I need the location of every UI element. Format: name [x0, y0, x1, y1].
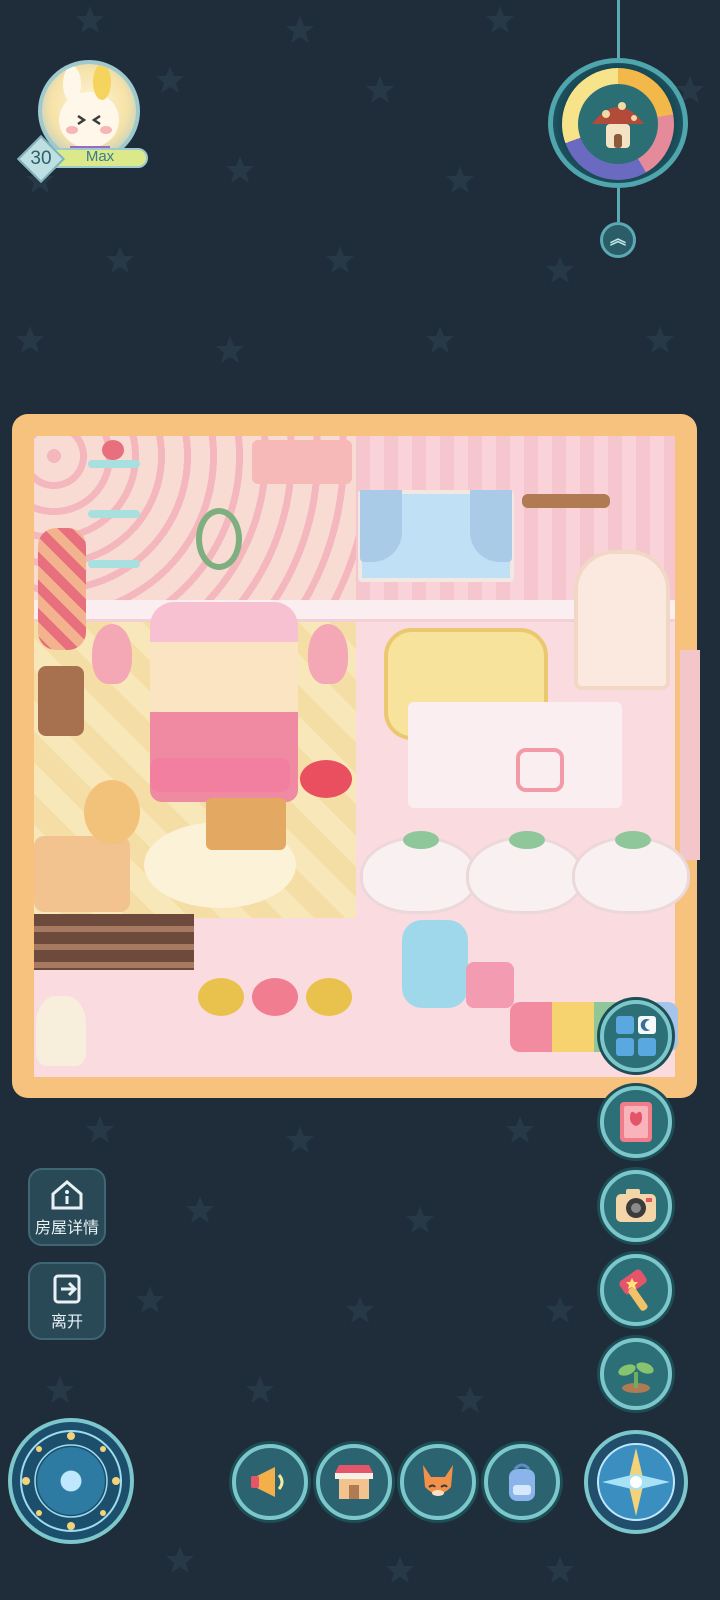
bed-footboard [150, 758, 290, 792]
air-conditioner[interactable] [252, 440, 352, 484]
coat-rack[interactable] [522, 494, 610, 508]
strawberry-cushion[interactable] [466, 831, 584, 914]
hammer-icon [619, 1269, 648, 1311]
teddy-chair[interactable] [84, 780, 140, 844]
carousel-ornament[interactable] [36, 996, 86, 1066]
weather-clock-core [578, 84, 658, 164]
gift-box[interactable] [466, 962, 514, 1008]
magic-circle-button[interactable] [8, 1418, 134, 1544]
bread-basket[interactable] [206, 798, 286, 850]
pet-button[interactable] [400, 1444, 476, 1520]
wall-shelf[interactable] [88, 440, 140, 580]
strawberry-cushion[interactable] [360, 831, 478, 914]
camera-icon [616, 1189, 656, 1222]
house-details-label: 房屋详情 [34, 1218, 99, 1237]
mushroom-house-icon [592, 102, 644, 148]
pink-rug[interactable] [408, 702, 622, 808]
fireplace-edge [680, 650, 700, 860]
garden-button[interactable] [600, 1338, 672, 1410]
player-name: Max [85, 148, 115, 165]
strawberry-cushion[interactable] [572, 831, 690, 914]
backpack-button[interactable] [484, 1444, 560, 1520]
furniture-panel-button[interactable] [600, 1000, 672, 1072]
nightstand[interactable] [38, 666, 84, 736]
stairs[interactable] [34, 914, 194, 970]
fox-icon [423, 1465, 453, 1496]
dresser[interactable] [34, 836, 130, 912]
magic-circle-icon [20, 1430, 122, 1532]
lamp-right[interactable] [308, 624, 348, 684]
wardrobe[interactable] [574, 550, 670, 690]
exit-icon [53, 1274, 81, 1304]
camera-button[interactable] [600, 1170, 672, 1242]
expand-button[interactable]: ︽ [600, 222, 636, 258]
house-details-button[interactable]: 房屋详情 [28, 1168, 106, 1246]
compass-button[interactable] [584, 1430, 688, 1534]
ice-cream-machine[interactable] [402, 920, 468, 1008]
floor-cushion[interactable] [198, 978, 244, 1016]
announcement-button[interactable] [232, 1444, 308, 1520]
compass-icon [597, 1443, 675, 1521]
build-button[interactable] [600, 1254, 672, 1326]
shop-icon [335, 1465, 373, 1499]
flower-wreath[interactable] [196, 508, 242, 570]
floor-cushion[interactable] [306, 978, 352, 1016]
floor-cushion[interactable] [252, 978, 298, 1016]
shop-button[interactable] [316, 1444, 392, 1520]
sprout-icon [618, 1362, 654, 1393]
clock-chain [617, 0, 620, 60]
book-icon [620, 1102, 652, 1142]
handbag[interactable] [516, 748, 564, 792]
curtain-right [470, 490, 512, 562]
backpack-icon [509, 1463, 535, 1501]
candy-lamp[interactable] [38, 528, 86, 650]
guestbook-button[interactable] [600, 1086, 672, 1158]
house-info-icon [51, 1180, 83, 1210]
leave-label: 离开 [50, 1312, 83, 1331]
player-level: 30 [30, 148, 52, 169]
furniture-panel-icon [616, 1016, 656, 1056]
leave-button[interactable]: 离开 [28, 1262, 106, 1340]
lamp-left[interactable] [92, 624, 132, 684]
megaphone-icon [251, 1467, 284, 1497]
chevron-double-up-icon: ︽ [609, 229, 626, 248]
clock-stem [617, 188, 620, 222]
round-pouf[interactable] [300, 760, 352, 798]
